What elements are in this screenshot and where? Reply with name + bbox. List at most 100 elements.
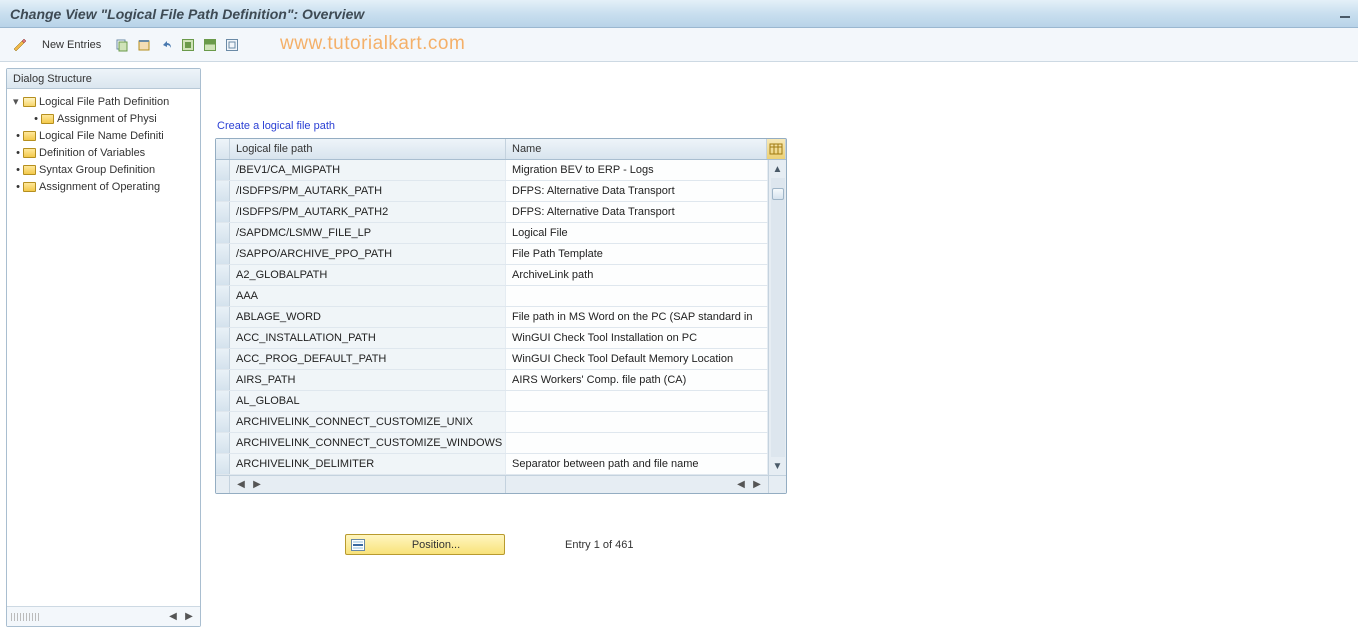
tree-node[interactable]: •Logical File Name Definiti	[7, 127, 200, 144]
cell-name[interactable]: File path in MS Word on the PC (SAP stan…	[506, 307, 768, 327]
new-entries-button[interactable]: New Entries	[34, 35, 109, 55]
col1-scroll-left-icon[interactable]: ◀	[234, 478, 248, 492]
cell-logical-path[interactable]: AIRS_PATH	[230, 370, 506, 390]
dialog-structure-pane: Dialog Structure ▾Logical File Path Defi…	[6, 68, 201, 627]
tree-node[interactable]: • Assignment of Operating	[7, 178, 200, 195]
twisty-icon[interactable]: ▾	[13, 95, 23, 108]
row-selector[interactable]	[216, 202, 230, 222]
tree-scroll-left-icon[interactable]: ◀	[166, 610, 180, 624]
table-config-icon[interactable]	[766, 139, 786, 159]
cell-logical-path[interactable]: /SAPPO/ARCHIVE_PPO_PATH	[230, 244, 506, 264]
cell-logical-path[interactable]: AAA	[230, 286, 506, 306]
table-row: ACC_PROG_DEFAULT_PATHWinGUI Check Tool D…	[216, 349, 768, 370]
cell-name[interactable]: Migration BEV to ERP - Logs	[506, 160, 768, 180]
cell-logical-path[interactable]: ACC_INSTALLATION_PATH	[230, 328, 506, 348]
row-selector[interactable]	[216, 181, 230, 201]
cell-logical-path[interactable]: /ISDFPS/PM_AUTARK_PATH	[230, 181, 506, 201]
cell-name[interactable]: Separator between path and file name	[506, 454, 768, 474]
cell-logical-path[interactable]: ARCHIVELINK_DELIMITER	[230, 454, 506, 474]
toggle-change-icon[interactable]	[10, 35, 30, 55]
cell-logical-path[interactable]: /BEV1/CA_MIGPATH	[230, 160, 506, 180]
select-all-icon[interactable]	[179, 35, 197, 55]
cell-name[interactable]: WinGUI Check Tool Installation on PC	[506, 328, 768, 348]
cell-logical-path[interactable]: ABLAGE_WORD	[230, 307, 506, 327]
cell-name[interactable]: Logical File	[506, 223, 768, 243]
row-selector[interactable]	[216, 265, 230, 285]
copy-as-icon[interactable]	[113, 35, 131, 55]
cell-logical-path[interactable]: AL_GLOBAL	[230, 391, 506, 411]
cell-logical-path[interactable]: ARCHIVELINK_CONNECT_CUSTOMIZE_WINDOWS	[230, 433, 506, 453]
row-selector[interactable]	[216, 370, 230, 390]
position-icon	[350, 538, 366, 552]
tree-header: Dialog Structure	[7, 69, 200, 89]
cell-name[interactable]: AIRS Workers' Comp. file path (CA)	[506, 370, 768, 390]
undo-change-icon[interactable]	[157, 35, 175, 55]
cell-name[interactable]	[506, 286, 768, 306]
cell-name[interactable]: ArchiveLink path	[506, 265, 768, 285]
tree-node-label: Logical File Name Definiti	[39, 130, 164, 142]
row-selector[interactable]	[216, 160, 230, 180]
table-row: /SAPPO/ARCHIVE_PPO_PATHFile Path Templat…	[216, 244, 768, 265]
row-selector[interactable]	[216, 244, 230, 264]
select-block-icon[interactable]	[201, 35, 219, 55]
row-selector[interactable]	[216, 328, 230, 348]
cell-logical-path[interactable]: A2_GLOBALPATH	[230, 265, 506, 285]
tree-node[interactable]: ▾Logical File Path Definition	[7, 93, 200, 110]
cell-name[interactable]: DFPS: Alternative Data Transport	[506, 181, 768, 201]
entry-status: Entry 1 of 461	[565, 539, 634, 551]
cell-name[interactable]: WinGUI Check Tool Default Memory Locatio…	[506, 349, 768, 369]
resize-grip-icon[interactable]	[11, 613, 41, 621]
row-selector[interactable]	[216, 307, 230, 327]
row-selector[interactable]	[216, 454, 230, 474]
position-button[interactable]: Position...	[345, 534, 505, 555]
row-selector[interactable]	[216, 286, 230, 306]
table-row: ABLAGE_WORDFile path in MS Word on the P…	[216, 307, 768, 328]
table-body: /BEV1/CA_MIGPATHMigration BEV to ERP - L…	[216, 160, 768, 475]
tree-scroll-right-icon[interactable]: ▶	[182, 610, 196, 624]
bullet-icon: •	[13, 147, 23, 159]
column-header-name[interactable]: Name	[506, 139, 766, 159]
cell-logical-path[interactable]: ACC_PROG_DEFAULT_PATH	[230, 349, 506, 369]
cell-name[interactable]	[506, 433, 768, 453]
cell-name[interactable]: File Path Template	[506, 244, 768, 264]
column-header-logical-path[interactable]: Logical file path	[230, 139, 506, 159]
cell-logical-path[interactable]: /ISDFPS/PM_AUTARK_PATH2	[230, 202, 506, 222]
tree-node-label: Assignment of Physi	[57, 113, 157, 125]
row-selector[interactable]	[216, 412, 230, 432]
table-row: /ISDFPS/PM_AUTARK_PATHDFPS: Alternative …	[216, 181, 768, 202]
row-selector-header[interactable]	[216, 139, 230, 159]
scroll-up-icon[interactable]: ▲	[771, 162, 785, 176]
minimize-icon[interactable]	[1338, 6, 1352, 20]
table-row: AAA	[216, 286, 768, 307]
scroll-thumb[interactable]	[772, 188, 784, 200]
deselect-all-icon[interactable]	[223, 35, 241, 55]
table-row: /ISDFPS/PM_AUTARK_PATH2DFPS: Alternative…	[216, 202, 768, 223]
col1-scroll-right-icon[interactable]: ▶	[250, 478, 264, 492]
folder-icon	[23, 165, 36, 175]
tree-node[interactable]: • Assignment of Physi	[7, 110, 200, 127]
vertical-scrollbar[interactable]: ▲ ▼	[768, 160, 786, 475]
tree-node-label: Assignment of Operating	[39, 181, 160, 193]
cell-name[interactable]	[506, 412, 768, 432]
cell-name[interactable]: DFPS: Alternative Data Transport	[506, 202, 768, 222]
col2-scroll-right-icon[interactable]: ▶	[750, 478, 764, 492]
row-selector[interactable]	[216, 223, 230, 243]
tree-node[interactable]: •Syntax Group Definition	[7, 161, 200, 178]
scroll-down-icon[interactable]: ▼	[771, 459, 785, 473]
cell-logical-path[interactable]: /SAPDMC/LSMW_FILE_LP	[230, 223, 506, 243]
row-selector[interactable]	[216, 433, 230, 453]
scroll-track[interactable]	[771, 178, 785, 457]
col2-scroll-left-icon[interactable]: ◀	[734, 478, 748, 492]
row-selector[interactable]	[216, 349, 230, 369]
content-area: Create a logical file path Logical file …	[201, 62, 1358, 633]
bullet-icon: •	[13, 181, 23, 193]
cell-name[interactable]	[506, 391, 768, 411]
footer-row: Position... Entry 1 of 461	[345, 534, 1352, 555]
delete-icon[interactable]	[135, 35, 153, 55]
title-bar: Change View "Logical File Path Definitio…	[0, 0, 1358, 28]
watermark: www.tutorialkart.com	[280, 33, 465, 55]
bullet-icon: •	[31, 113, 41, 125]
tree-node[interactable]: •Definition of Variables	[7, 144, 200, 161]
row-selector[interactable]	[216, 391, 230, 411]
cell-logical-path[interactable]: ARCHIVELINK_CONNECT_CUSTOMIZE_UNIX	[230, 412, 506, 432]
